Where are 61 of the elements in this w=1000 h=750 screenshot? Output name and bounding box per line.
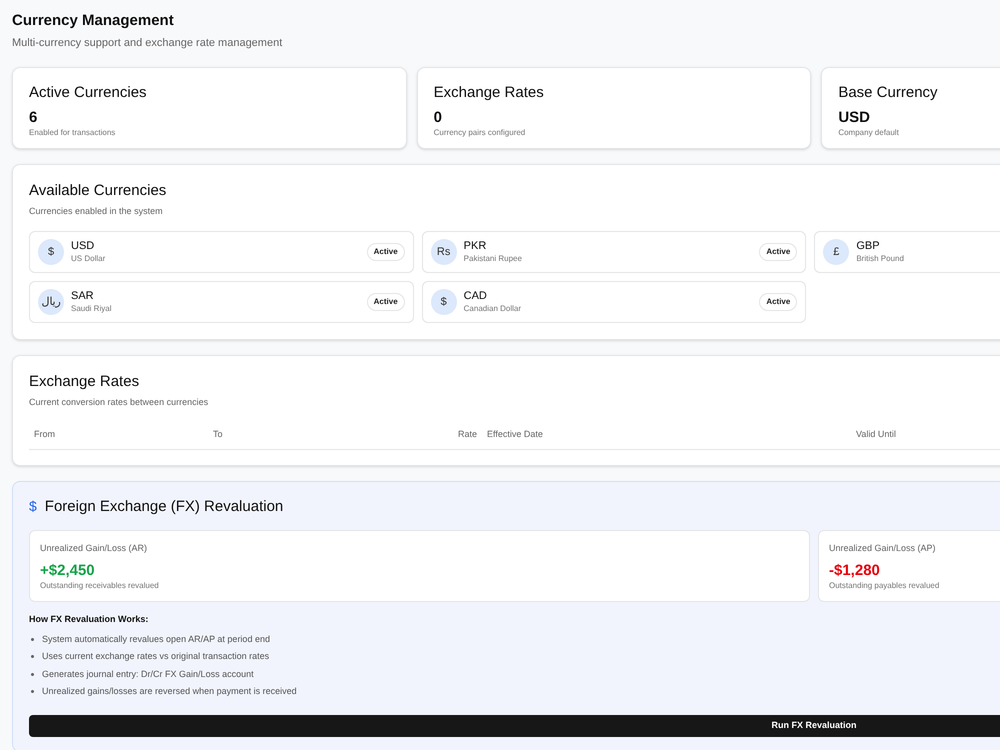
column-header: Valid Until — [856, 428, 896, 441]
currency-symbol: Rs — [430, 239, 457, 265]
currency-item[interactable]: $ USD US Dollar Active — [29, 231, 414, 273]
section-title: Available Currencies — [29, 181, 168, 201]
how-title: How FX Revaluation Works: — [29, 613, 150, 626]
status-badge: Active — [759, 243, 798, 261]
currency-symbol: $ — [38, 239, 64, 265]
run-revaluation-button[interactable]: Run FX Revaluation — [29, 714, 1000, 736]
bullet-icon — [31, 638, 34, 641]
currency-name: Saudi Riyal — [71, 304, 112, 314]
step-text: Unrealized gains/losses are reversed when payment is received — [42, 685, 297, 698]
status-badge: Active — [366, 243, 405, 261]
currency-code: PKR — [464, 240, 488, 254]
stat-note: Company default — [838, 127, 900, 140]
stat-value: 0 — [434, 108, 443, 128]
status-badge: Active — [759, 293, 798, 311]
card-note: Outstanding receivables revalued — [40, 580, 160, 592]
stat-value: USD — [838, 108, 871, 128]
column-header: To — [213, 428, 224, 441]
status-badge: Active — [366, 293, 405, 311]
currency-item[interactable]: £ GBP British Pound — [814, 231, 1000, 273]
currency-name: US Dollar — [71, 254, 106, 264]
currency-name: British Pound — [856, 254, 905, 264]
column-header: Rate — [456, 428, 477, 441]
currency-code: USD — [71, 240, 96, 254]
bullet-icon — [31, 672, 34, 676]
bullet-icon — [31, 690, 34, 694]
currency-code: GBP — [856, 240, 881, 254]
page-subtitle: Multi-currency support and exchange rate management — [12, 36, 284, 50]
stat-value: 6 — [29, 108, 38, 128]
bullet-icon — [31, 655, 34, 658]
section-subtitle: Currencies enabled in the system — [29, 204, 164, 218]
step-text: Generates journal entry: Dr/Cr FX Gain/Loss account — [42, 668, 254, 681]
card-label: Unrealized Gain/Loss (AR) — [40, 542, 148, 555]
page-title: Currency Management — [12, 11, 175, 31]
section-title: Exchange Rates — [29, 372, 140, 392]
card-note: Outstanding payables revalued — [829, 580, 940, 592]
currency-name: Pakistani Rupee — [464, 254, 523, 264]
column-header: From — [34, 428, 56, 441]
currency-code: CAD — [464, 290, 488, 304]
currency-symbol: ريال — [38, 289, 64, 315]
step-text: Uses current exchange rates vs original transaction rates — [42, 650, 270, 663]
section-subtitle: Current conversion rates between currencies — [29, 396, 210, 408]
card-value: -$1,280 — [829, 562, 881, 580]
currency-name: Canadian Dollar — [464, 304, 522, 314]
section-title: Foreign Exchange (FX) Revaluation — [44, 496, 284, 516]
currency-symbol: £ — [823, 239, 850, 265]
stat-note: Currency pairs configured — [434, 127, 526, 140]
currency-symbol: $ — [430, 289, 457, 315]
currency-item[interactable]: Rs PKR Pakistani Rupee Active — [422, 231, 806, 273]
currency-item[interactable]: $ CAD Canadian Dollar Active — [422, 281, 806, 323]
card-value: +$2,450 — [40, 562, 96, 580]
stat-note: Enabled for transactions — [29, 127, 116, 140]
stat-title: Active Currencies — [29, 83, 148, 103]
step-text: System automatically revalues open AR/AP at period end — [42, 632, 270, 646]
stat-title: Exchange Rates — [434, 83, 545, 103]
currency-code: SAR — [71, 290, 95, 304]
column-header: Effective Date — [486, 428, 544, 441]
stat-title: Base Currency — [838, 83, 939, 103]
dollar-icon: $ — [29, 496, 37, 518]
card-label: Unrealized Gain/Loss (AP) — [829, 542, 937, 555]
